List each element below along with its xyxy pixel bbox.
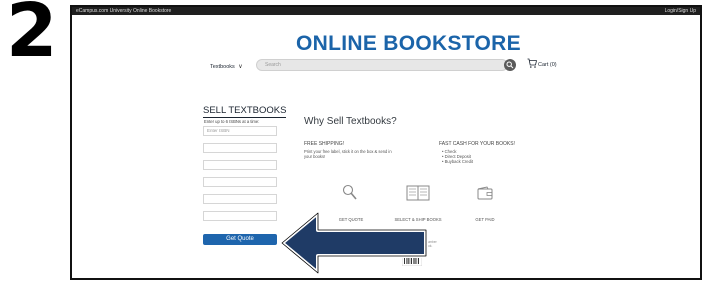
isbn-field[interactable] <box>203 177 277 187</box>
cart-link[interactable]: Cart (0) <box>538 62 557 68</box>
step-number: 2 <box>6 0 58 74</box>
free-shipping-text: Print your free label, stick it on the b… <box>304 149 392 159</box>
payment-options-list: Check Direct Deposit Buyback Credit <box>442 149 473 164</box>
free-shipping-heading: FREE SHIPPING! <box>304 141 345 147</box>
fast-cash-heading: FAST CASH FOR YOUR BOOKS! <box>439 141 515 147</box>
book-icon <box>406 185 430 201</box>
login-link[interactable]: Login/Sign Up <box>665 7 696 15</box>
isbn-field[interactable] <box>203 211 277 221</box>
isbn-field[interactable]: Enter ISBN <box>203 126 277 136</box>
top-bar: eCampus.com University Online Bookstore … <box>72 7 700 15</box>
isbn-field[interactable] <box>203 160 277 170</box>
isbn-field[interactable] <box>203 194 277 204</box>
sell-instructions: Enter up to 6 ISBNs at a time: <box>204 119 260 124</box>
department-select[interactable]: Textbooks ∨ <box>210 63 243 70</box>
search-button[interactable] <box>504 59 516 71</box>
browser-frame: eCampus.com University Online Bookstore … <box>70 5 702 280</box>
wallet-icon <box>477 186 493 200</box>
search-input[interactable]: Search <box>256 59 508 71</box>
site-logo[interactable]: ONLINE BOOKSTORE <box>296 32 521 56</box>
pointer-arrow-icon <box>280 211 428 275</box>
step-label-get-paid: GET PAID <box>475 217 495 222</box>
why-sell-title: Why Sell Textbooks? <box>304 116 397 127</box>
get-quote-button[interactable]: Get Quote <box>203 234 277 245</box>
isbn-field[interactable] <box>203 143 277 153</box>
sell-textbooks-title: SELL TEXTBOOKS <box>203 105 287 118</box>
cart-icon[interactable] <box>527 58 537 69</box>
search-icon <box>506 61 514 69</box>
payment-option: Buyback Credit <box>442 159 473 164</box>
department-select-label: Textbooks <box>210 64 235 70</box>
magnifier-icon <box>342 184 357 200</box>
chevron-down-icon: ∨ <box>238 64 243 70</box>
site-label: eCampus.com University Online Bookstore <box>76 8 172 14</box>
